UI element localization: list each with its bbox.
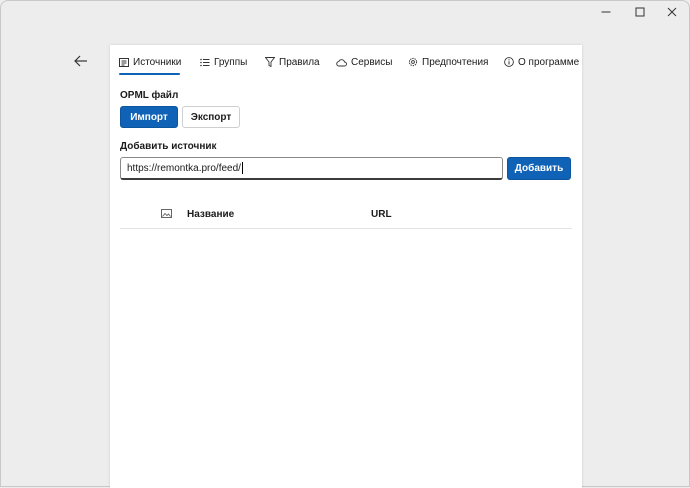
tab-sources[interactable]: Источники bbox=[119, 54, 181, 70]
import-button[interactable]: Импорт bbox=[120, 106, 178, 128]
export-button[interactable]: Экспорт bbox=[182, 106, 240, 128]
back-button[interactable] bbox=[69, 49, 93, 73]
add-source-title: Добавить источник bbox=[120, 141, 217, 152]
close-button[interactable] bbox=[655, 1, 689, 23]
news-icon bbox=[119, 57, 129, 67]
tab-label: Сервисы bbox=[351, 56, 393, 68]
feed-url-value: https://remontka.pro/feed/ bbox=[127, 162, 241, 174]
tab-label: Группы bbox=[214, 56, 248, 68]
minimize-icon bbox=[601, 11, 611, 13]
maximize-icon bbox=[635, 7, 645, 17]
add-source-button[interactable]: Добавить bbox=[507, 157, 571, 180]
minimize-button[interactable] bbox=[589, 1, 623, 23]
info-icon bbox=[504, 57, 514, 67]
image-icon bbox=[161, 209, 172, 218]
maximize-button[interactable] bbox=[623, 1, 657, 23]
column-header-url[interactable]: URL bbox=[371, 209, 392, 220]
app-window: Источники Группы Правила Сервисы Предпоч… bbox=[0, 0, 690, 488]
opml-section-title: OPML файл bbox=[120, 90, 179, 101]
arrow-left-icon bbox=[74, 55, 87, 67]
tab-label: Предпочтения bbox=[422, 56, 489, 68]
filter-icon bbox=[265, 57, 275, 67]
tab-about[interactable]: О программе bbox=[504, 54, 579, 70]
tab-bar: Источники Группы Правила Сервисы Предпоч… bbox=[110, 45, 582, 77]
tab-preferences[interactable]: Предпочтения bbox=[408, 54, 488, 70]
tab-label: Правила bbox=[279, 56, 320, 68]
tab-services[interactable]: Сервисы bbox=[336, 54, 392, 70]
column-header-name[interactable]: Название bbox=[187, 209, 234, 220]
tab-label: О программе bbox=[518, 56, 580, 68]
close-icon bbox=[667, 7, 677, 17]
gear-icon bbox=[408, 57, 418, 67]
tab-rules[interactable]: Правила bbox=[265, 54, 320, 70]
settings-panel: Источники Группы Правила Сервисы Предпоч… bbox=[110, 45, 582, 488]
cloud-icon bbox=[336, 58, 347, 66]
list-icon bbox=[200, 58, 210, 66]
feed-url-input[interactable]: https://remontka.pro/feed/ bbox=[120, 157, 503, 180]
sources-table-header: Название URL bbox=[120, 203, 572, 229]
tab-label: Источники bbox=[133, 56, 182, 68]
selected-tab-indicator bbox=[119, 73, 180, 75]
text-caret bbox=[241, 162, 243, 174]
tab-groups[interactable]: Группы bbox=[200, 54, 247, 70]
